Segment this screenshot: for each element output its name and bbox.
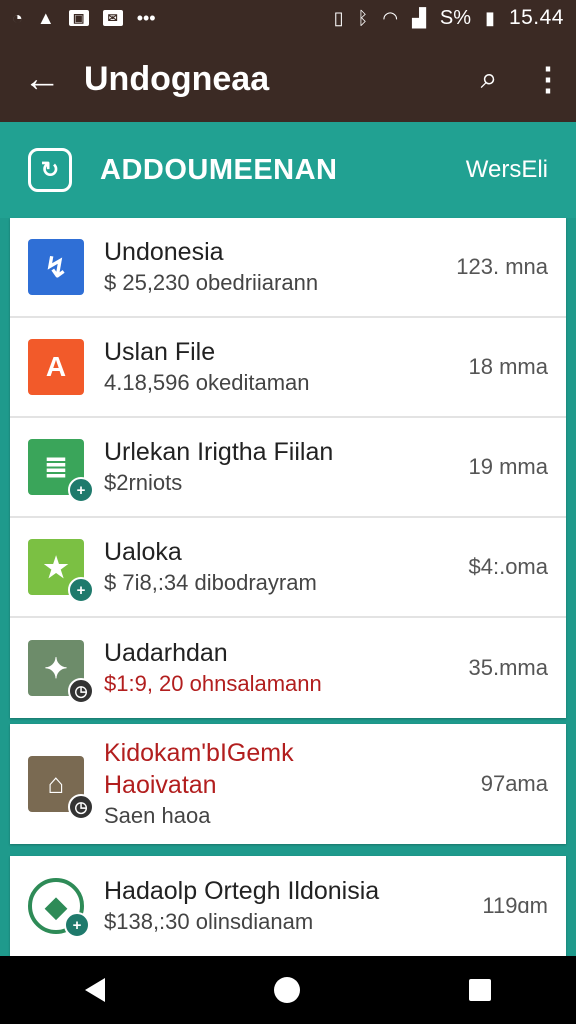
more-notifications-icon: ••• bbox=[136, 7, 156, 28]
item-meta: 119ɑm bbox=[482, 893, 548, 918]
item-meta: 123. mna bbox=[456, 254, 548, 279]
nav-recents-icon[interactable] bbox=[469, 979, 492, 1001]
item-subtitle: $ 7i8,:34 dibodrayram bbox=[104, 570, 317, 595]
mail-icon: ✉ bbox=[102, 10, 123, 26]
vibrate-icon: ▯ bbox=[333, 7, 344, 28]
clock-time: 15.44 bbox=[508, 6, 564, 29]
app-bar: ← Undogneaa ⌕ ⋮ bbox=[0, 36, 576, 122]
list-item[interactable]: ≣ + Urlekan Irigtha Fiilan $2rniots 19 m… bbox=[10, 418, 566, 518]
list-item[interactable]: ↯ Undonesia $ 25,230 obedriiarann 123. m… bbox=[10, 218, 566, 318]
item-meta: 35.mma bbox=[468, 655, 548, 680]
system-nav-bar bbox=[0, 956, 576, 1024]
back-arrow-icon[interactable]: ← bbox=[0, 58, 84, 101]
nav-home-icon[interactable] bbox=[273, 977, 300, 1003]
list-item[interactable]: ⌂ ◷ Kidokam'bIGemk Haoivatan Saen haoa 9… bbox=[10, 724, 566, 844]
section-title: ADDOUMEENAN bbox=[100, 153, 338, 186]
battery-icon: ▮ bbox=[485, 7, 495, 28]
list-item[interactable]: ◆ + Hadaolp Ortegh Ildonisia $138,:30 ol… bbox=[10, 856, 566, 956]
status-badge-icon: ◷ bbox=[68, 678, 94, 704]
add-badge-icon: + bbox=[68, 577, 94, 603]
photo-person-icon: ✦ ◷ bbox=[28, 640, 94, 704]
list-item[interactable]: A Uslan File 4.18,596 okeditaman 18 mma bbox=[10, 318, 566, 418]
item-meta: 18 mma bbox=[468, 354, 548, 379]
item-subtitle: 4.18,596 okeditaman bbox=[104, 370, 310, 395]
letter-a-icon: A bbox=[28, 339, 84, 395]
transaction-card: ◆ + Hadaolp Ortegh Ildonisia $138,:30 ol… bbox=[10, 856, 566, 956]
battery-percent: S% bbox=[439, 6, 472, 29]
list-item[interactable]: ★ + Ualoka $ 7i8,:34 dibodrayram $4:.oma bbox=[10, 518, 566, 618]
gallery-icon: ▣ bbox=[68, 10, 89, 26]
item-title: Ualoka bbox=[104, 538, 182, 566]
map-pin-icon: ◆ + bbox=[28, 878, 90, 938]
search-icon[interactable]: ⌕ bbox=[458, 62, 520, 96]
section-logo-icon: ↻ bbox=[28, 148, 72, 192]
photo-building-icon: ⌂ ◷ bbox=[28, 756, 94, 820]
add-badge-icon: + bbox=[68, 477, 94, 503]
wifi-icon: ◠ bbox=[382, 7, 399, 28]
item-meta: 97ama bbox=[480, 771, 548, 796]
item-title: Uadarhdan bbox=[104, 639, 228, 667]
section-action[interactable]: WersEli bbox=[466, 156, 548, 184]
item-title-second-line: Haoivatan bbox=[104, 771, 217, 799]
signal-icon: ▟ bbox=[412, 7, 426, 28]
add-badge-icon: + bbox=[64, 912, 90, 938]
section-header: ↻ ADDOUMEENAN WersEli bbox=[0, 122, 576, 218]
item-subtitle: $2rniots bbox=[104, 470, 183, 495]
sheet-icon: ≣ + bbox=[28, 439, 94, 503]
transaction-card: ⌂ ◷ Kidokam'bIGemk Haoivatan Saen haoa 9… bbox=[10, 724, 566, 844]
status-badge-icon: ◷ bbox=[68, 794, 94, 820]
item-title: Undonesia bbox=[104, 238, 224, 266]
messenger-icon: ↯ bbox=[28, 239, 84, 295]
item-subtitle: Saen haoa bbox=[104, 803, 211, 828]
item-meta: 19 mma bbox=[468, 454, 548, 479]
status-bar: ◔ ▲ ▣ ✉ ••• ▯ ᛒ ◠ ▟ S% ▮ 15.44 bbox=[0, 0, 576, 36]
item-subtitle: $1:9, 20 ohnsalamann bbox=[104, 671, 322, 696]
item-title: Uslan File bbox=[104, 338, 216, 366]
transaction-card: ↯ Undonesia $ 25,230 obedriiarann 123. m… bbox=[10, 218, 566, 718]
clock-icon: ◔ bbox=[12, 7, 23, 28]
list-item[interactable]: ✦ ◷ Uadarhdan $1:9, 20 ohnsalamann 35.mm… bbox=[10, 618, 566, 718]
item-title: Hadaolp Ortegh Ildonisia bbox=[104, 877, 380, 905]
nav-back-icon[interactable] bbox=[84, 978, 105, 1002]
item-subtitle: $138,:30 olinsdianam bbox=[104, 909, 314, 934]
more-options-icon[interactable]: ⋮ bbox=[520, 60, 576, 98]
item-subtitle: $ 25,230 obedriiarann bbox=[104, 270, 319, 295]
upload-icon: ▲ bbox=[36, 7, 55, 28]
bluetooth-icon: ᛒ bbox=[357, 7, 369, 28]
item-title: Urlekan Irigtha Fiilan bbox=[104, 438, 334, 466]
item-meta: $4:.oma bbox=[468, 554, 549, 579]
page-title: Undogneaa bbox=[84, 59, 270, 98]
star-icon: ★ + bbox=[28, 539, 94, 603]
item-title: Kidokam'bIGemk bbox=[104, 739, 294, 767]
